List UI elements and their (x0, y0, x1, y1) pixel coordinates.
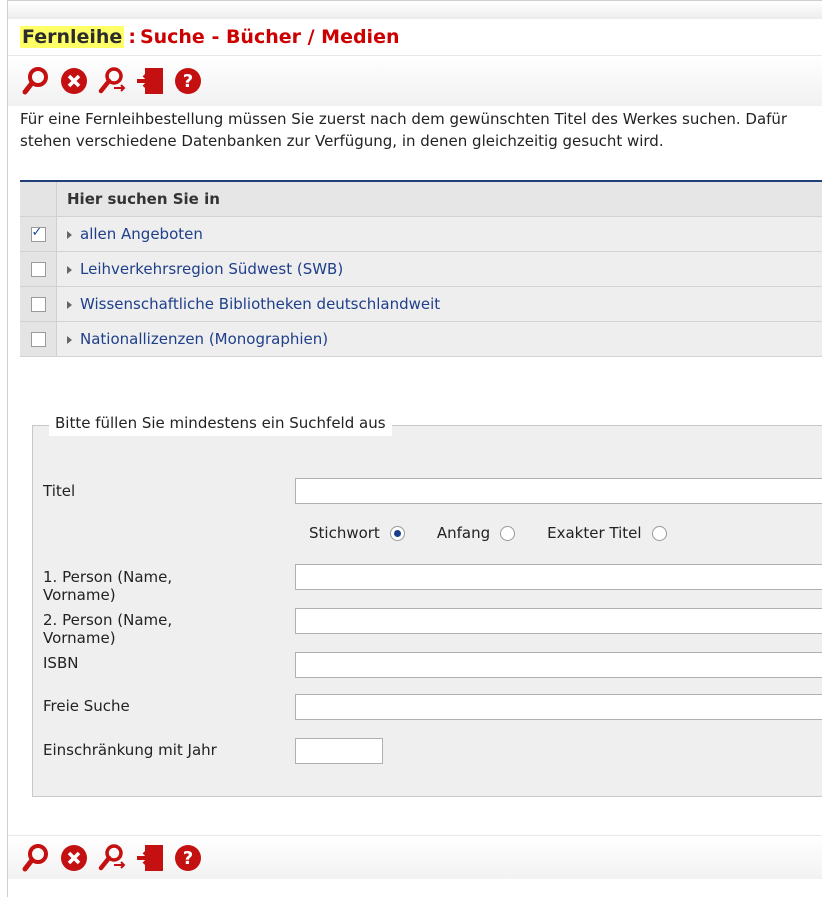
intro-text: Für eine Fernleihbestellung müssen Sie z… (8, 106, 822, 180)
person2-input[interactable] (295, 608, 822, 634)
isbn-label: ISBN (43, 654, 78, 672)
refine-search-icon[interactable] (96, 65, 128, 97)
table-row: Leihverkehrsregion Südwest (SWB) (20, 252, 822, 287)
db-link-allen-angeboten[interactable]: allen Angeboten (80, 225, 203, 243)
year-input[interactable] (295, 738, 383, 764)
radio-label-exakter-titel: Exakter Titel (547, 524, 641, 542)
person2-label: 2. Person (Name, Vorname) (43, 611, 243, 647)
isbn-input[interactable] (295, 652, 822, 678)
title-label: Titel (43, 482, 75, 500)
page-title: Fernleihe : Suche - Bücher / Medien (8, 19, 822, 55)
title-input[interactable] (295, 478, 822, 504)
person1-label: 1. Person (Name, Vorname) (43, 568, 243, 604)
exit-icon[interactable] (134, 842, 166, 874)
fieldset-legend: Bitte füllen Sie mindestens ein Suchfeld… (49, 410, 392, 436)
free-search-label: Freie Suche (43, 697, 130, 715)
search-icon[interactable] (20, 65, 52, 97)
header-checkbox-cell (20, 181, 57, 217)
radio-exakter-titel[interactable] (652, 526, 667, 541)
year-label: Einschränkung mit Jahr (43, 741, 217, 759)
db-link-wiss-bibliotheken[interactable]: Wissenschaftliche Bibliotheken deutschla… (80, 295, 440, 313)
table-row: Nationallizenzen (Monographien) (20, 322, 822, 357)
help-icon[interactable]: ? (172, 842, 204, 874)
table-row: allen Angeboten (20, 217, 822, 252)
reset-icon[interactable] (58, 842, 90, 874)
radio-anfang[interactable] (500, 526, 515, 541)
db-link-swb[interactable]: Leihverkehrsregion Südwest (SWB) (80, 260, 343, 278)
database-selection-table: Hier suchen Sie in allen Angeboten Leihv… (20, 180, 822, 357)
refine-search-icon[interactable] (96, 842, 128, 874)
title-separator: : (128, 26, 136, 48)
table-header-row: Hier suchen Sie in (20, 181, 822, 217)
checkbox-allen-angeboten[interactable] (31, 227, 46, 242)
svg-text:?: ? (183, 71, 193, 92)
toolbar-bottom: ? (8, 835, 822, 879)
svg-text:?: ? (183, 848, 193, 869)
database-header: Hier suchen Sie in (57, 181, 822, 217)
radio-label-stichwort: Stichwort (309, 524, 380, 542)
expand-triangle-icon[interactable] (67, 301, 72, 309)
radio-stichwort[interactable] (390, 526, 405, 541)
toolbar-top: ? (8, 55, 822, 106)
page-heading: Suche - Bücher / Medien (140, 26, 400, 48)
person1-input[interactable] (295, 564, 822, 590)
checkbox-wiss-bibliotheken[interactable] (31, 297, 46, 312)
expand-triangle-icon[interactable] (67, 266, 72, 274)
reset-icon[interactable] (58, 65, 90, 97)
search-fieldset: Bitte füllen Sie mindestens ein Suchfeld… (32, 425, 822, 797)
expand-triangle-icon[interactable] (67, 231, 72, 239)
checkbox-swb[interactable] (31, 262, 46, 277)
title-match-options: Stichwort Anfang Exakter Titel (309, 524, 667, 542)
top-strip (8, 1, 822, 19)
table-row: Wissenschaftliche Bibliotheken deutschla… (20, 287, 822, 322)
expand-triangle-icon[interactable] (67, 336, 72, 344)
radio-label-anfang: Anfang (437, 524, 490, 542)
exit-icon[interactable] (134, 65, 166, 97)
section-label: Fernleihe (20, 26, 124, 48)
help-icon[interactable]: ? (172, 65, 204, 97)
search-icon[interactable] (20, 842, 52, 874)
free-search-input[interactable] (295, 694, 822, 720)
page-frame: Fernleihe : Suche - Bücher / Medien ? Fü… (7, 0, 822, 897)
db-link-nationallizenzen[interactable]: Nationallizenzen (Monographien) (80, 330, 328, 348)
checkbox-nationallizenzen[interactable] (31, 332, 46, 347)
